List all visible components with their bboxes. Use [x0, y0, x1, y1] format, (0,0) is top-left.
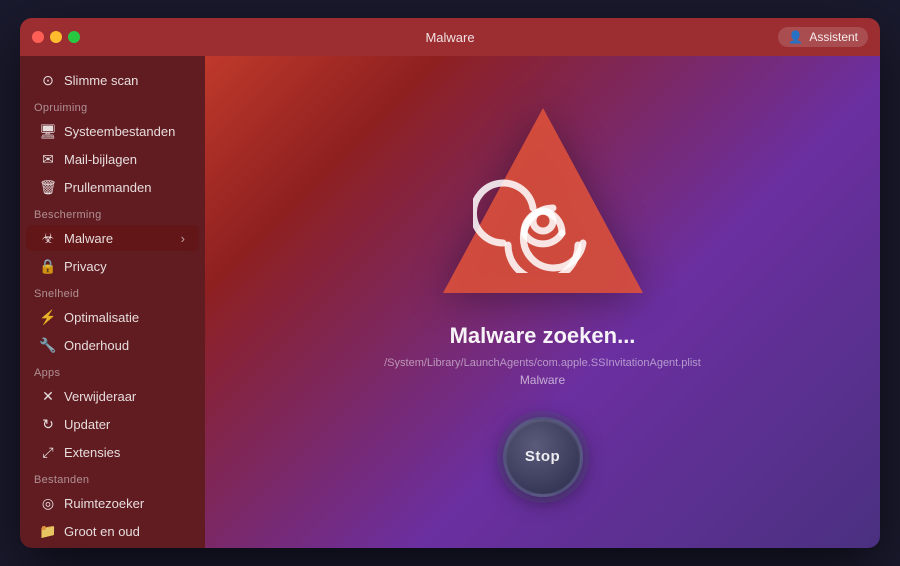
traffic-lights	[32, 31, 80, 43]
sidebar-item-mail-bijlagen[interactable]: ✉ Mail-bijlagen	[26, 146, 199, 172]
titlebar: Malware 👤 Assistent	[20, 18, 880, 56]
sidebar-item-label: Extensies	[64, 445, 120, 460]
sidebar-item-malware[interactable]: ☣ Malware	[26, 225, 199, 251]
sidebar-item-label: Slimme scan	[64, 73, 138, 88]
stop-button-container: Stop	[503, 417, 583, 497]
section-label-bestanden: Bestanden	[20, 466, 205, 489]
sidebar-item-label: Verwijderaar	[64, 389, 136, 404]
sidebar-item-onderhoud[interactable]: 🔧 Onderhoud	[26, 332, 199, 358]
sidebar-item-privacy[interactable]: 🔒 Privacy	[26, 253, 199, 279]
assistant-icon: 👤	[788, 30, 803, 44]
assistant-button[interactable]: 👤 Assistent	[778, 27, 868, 47]
onderhoud-icon: 🔧	[40, 337, 56, 353]
section-label-snelheid: Snelheid	[20, 280, 205, 303]
ruimtezoeker-icon: ◎	[40, 495, 56, 511]
sidebar-item-updater[interactable]: ↻ Updater	[26, 411, 199, 437]
sidebar-item-label: Malware	[64, 231, 113, 246]
sidebar-item-label: Ruimtezoeker	[64, 496, 144, 511]
main-content: ⊙ Slimme scan Opruiming 🖥 Systeembestand…	[20, 56, 880, 548]
groot-en-oud-icon: 📁	[40, 523, 56, 539]
minimize-button[interactable]	[50, 31, 62, 43]
sidebar-item-groot-en-oud[interactable]: 📁 Groot en oud	[26, 518, 199, 544]
mail-bijlagen-icon: ✉	[40, 151, 56, 167]
sidebar-item-label: Optimalisatie	[64, 310, 139, 325]
sidebar-item-slimme-scan[interactable]: ⊙ Slimme scan	[26, 67, 199, 93]
maximize-button[interactable]	[68, 31, 80, 43]
app-window: Malware 👤 Assistent ⊙ Slimme scan Opruim…	[20, 18, 880, 548]
main-area: Malware zoeken... /System/Library/Launch…	[205, 56, 880, 548]
biohazard-symbol	[473, 163, 613, 273]
malware-icon: ☣	[40, 230, 56, 246]
window-title: Malware	[425, 30, 474, 45]
sidebar-item-versnipperaar[interactable]: ▤ Versnipperaar	[26, 546, 199, 548]
sidebar-item-ruimtezoeker[interactable]: ◎ Ruimtezoeker	[26, 490, 199, 516]
updater-icon: ↻	[40, 416, 56, 432]
scan-status-path: /System/Library/LaunchAgents/com.apple.S…	[384, 357, 701, 369]
slimme-scan-icon: ⊙	[40, 72, 56, 88]
sidebar-item-systeembestanden[interactable]: 🖥 Systeembestanden	[26, 118, 199, 144]
sidebar-item-label: Prullenmanden	[64, 180, 151, 195]
section-label-opruiming: Opruiming	[20, 94, 205, 117]
assistant-label: Assistent	[809, 30, 858, 44]
sidebar-item-prullenmanden[interactable]: 🗑 Prullenmanden	[26, 174, 199, 200]
sidebar-item-extensies[interactable]: ⤢ Extensies	[26, 439, 199, 465]
biohazard-icon-container	[443, 108, 643, 298]
sidebar-item-label: Systeembestanden	[64, 124, 175, 139]
sidebar: ⊙ Slimme scan Opruiming 🖥 Systeembestand…	[20, 56, 205, 548]
scan-status-category: Malware	[520, 373, 565, 387]
prullenmanden-icon: 🗑	[40, 179, 56, 195]
section-label-bescherming: Bescherming	[20, 201, 205, 224]
stop-button[interactable]: Stop	[503, 417, 583, 497]
section-label-apps: Apps	[20, 359, 205, 382]
optimalisatie-icon: ⚡	[40, 309, 56, 325]
scan-status-title: Malware zoeken...	[450, 323, 636, 349]
sidebar-item-verwijderaar[interactable]: ✕ Verwijderaar	[26, 383, 199, 409]
sidebar-item-label: Onderhoud	[64, 338, 129, 353]
sidebar-item-optimalisatie[interactable]: ⚡ Optimalisatie	[26, 304, 199, 330]
close-button[interactable]	[32, 31, 44, 43]
privacy-icon: 🔒	[40, 258, 56, 274]
sidebar-item-label: Updater	[64, 417, 110, 432]
verwijderaar-icon: ✕	[40, 388, 56, 404]
sidebar-item-label: Mail-bijlagen	[64, 152, 137, 167]
systeembestanden-icon: 🖥	[40, 123, 56, 139]
sidebar-item-label: Groot en oud	[64, 524, 140, 539]
sidebar-item-label: Privacy	[64, 259, 107, 274]
extensies-icon: ⤢	[40, 444, 56, 460]
